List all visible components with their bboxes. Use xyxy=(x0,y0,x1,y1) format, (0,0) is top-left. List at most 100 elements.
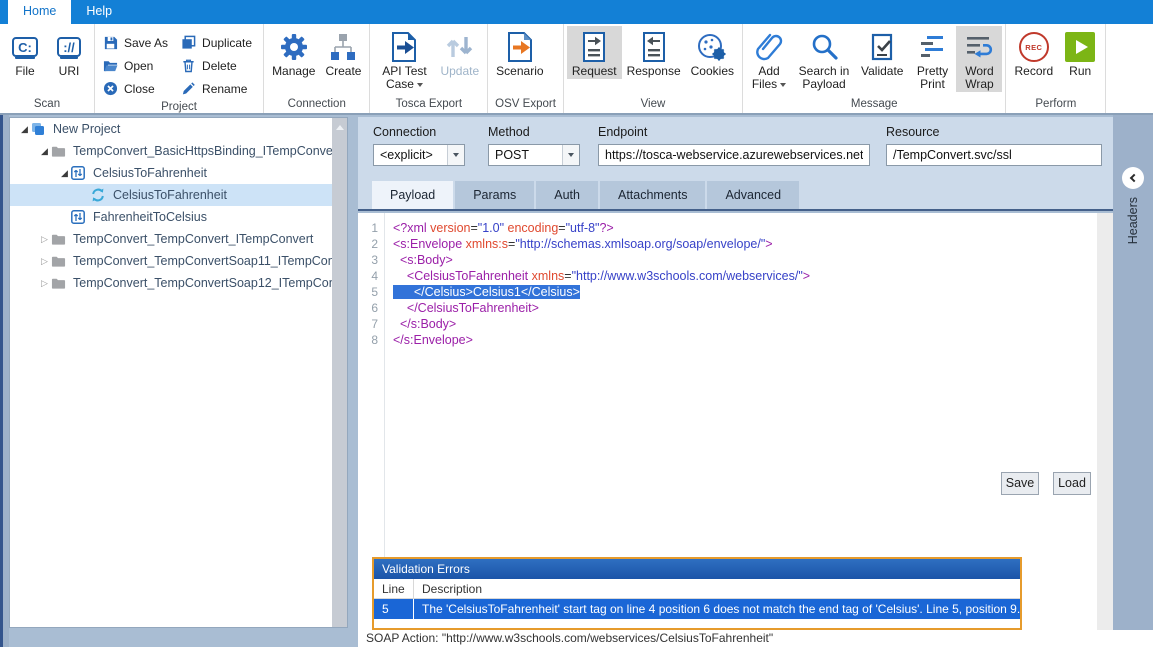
ribbon-group-view: Request Response Cookies View xyxy=(564,24,743,113)
record-button[interactable]: REC Record xyxy=(1009,26,1058,79)
view-request-button[interactable]: Request xyxy=(567,26,622,79)
tab-params[interactable]: Params xyxy=(455,181,534,209)
tree-item-label: TempConvert_BasicHttpsBinding_ITempConve… xyxy=(73,144,341,158)
validation-error-row[interactable]: 5The 'CelsiusToFahrenheit' start tag on … xyxy=(374,599,1020,619)
tree-item-label: TempConvert_TempConvertSoap12_ITempConve… xyxy=(73,276,348,290)
tab-home[interactable]: Home xyxy=(8,0,71,24)
code-line-5[interactable]: </Celsius>Celsius1</Celsius> xyxy=(393,284,1097,300)
request-toolbar: Connection <explicit> Method POST Endpoi… xyxy=(358,117,1113,175)
delete-button[interactable]: Delete xyxy=(176,54,260,77)
uri-button[interactable]: :// URI xyxy=(47,26,91,79)
scroll-up-arrow-icon[interactable] xyxy=(336,125,344,130)
endpoint-label: Endpoint xyxy=(598,125,870,139)
tree-item-tempconvert_tempconvertsoap11_itempconvert[interactable]: ▷TempConvert_TempConvertSoap11_ITempConv… xyxy=(10,250,347,272)
tree-item-tempconvert_tempconvertsoap12_itempconvert[interactable]: ▷ TempConvert_TempConvertSoap12_ITempConv… xyxy=(10,272,347,294)
api-scan-window: Home Help C: File :// URI Scan xyxy=(0,0,1153,647)
tree-item-label: CelsiusToFahrenheit xyxy=(113,188,227,202)
code-line-6[interactable]: </CelsiusToFahrenheit> xyxy=(393,300,1097,316)
tab-advanced[interactable]: Advanced xyxy=(707,181,799,209)
connection-dropdown[interactable]: <explicit> xyxy=(373,144,465,166)
method-dropdown[interactable]: POST xyxy=(488,144,580,166)
endpoint-input[interactable] xyxy=(598,144,870,166)
open-button[interactable]: Open xyxy=(98,54,176,77)
search-icon xyxy=(809,29,839,65)
column-description: Description xyxy=(414,582,482,596)
group-label-scan: Scan xyxy=(3,97,91,113)
view-cookies-button[interactable]: Cookies xyxy=(686,26,739,79)
pretty-print-button[interactable]: Pretty Print xyxy=(908,26,956,92)
close-button[interactable]: Close xyxy=(98,77,176,100)
tree-item-new project[interactable]: ◢New Project xyxy=(10,118,347,140)
code-line-2[interactable]: <s:Envelope xmlns:s="http://schemas.xmls… xyxy=(393,236,1097,252)
tree-expander-icon[interactable]: ▷ xyxy=(38,234,51,245)
window-left-edge xyxy=(0,115,9,647)
tree-item-label: TempConvert_TempConvert_ITempConvert xyxy=(73,232,313,246)
group-label-osv-export: OSV Export xyxy=(491,97,560,113)
tab-auth[interactable]: Auth xyxy=(536,181,598,209)
manage-connection-button[interactable]: Manage xyxy=(267,26,320,79)
rename-button[interactable]: Rename xyxy=(176,77,260,100)
tree-expander-icon[interactable]: ▷ xyxy=(38,256,51,267)
view-response-button[interactable]: Response xyxy=(622,26,686,79)
error-description: The 'CelsiusToFahrenheit' start tag on l… xyxy=(414,602,1020,616)
tab-help[interactable]: Help xyxy=(71,0,127,24)
resource-input[interactable] xyxy=(886,144,1102,166)
tree-expander-icon[interactable]: ▷ xyxy=(38,278,51,289)
load-payload-button[interactable]: Load xyxy=(1053,472,1091,495)
project-tree: ◢New Project◢TempConvert_BasicHttpsBindi… xyxy=(9,117,348,628)
run-button[interactable]: Run xyxy=(1058,26,1102,79)
service-icon xyxy=(71,210,87,224)
headers-panel-label: Headers xyxy=(1126,197,1140,244)
api-test-case-button[interactable]: API Test Case xyxy=(373,26,435,92)
duplicate-button[interactable]: Duplicate xyxy=(176,31,260,54)
code-line-8[interactable]: </s:Envelope> xyxy=(393,332,1097,348)
refresh-icon xyxy=(91,188,107,202)
tree-item-tempconvert_basichttpsbinding_itempconvert[interactable]: ◢ TempConvert_BasicHttpsBinding_ITempConv… xyxy=(10,140,347,162)
add-files-button[interactable]: Add Files xyxy=(746,26,792,92)
request-doc-icon xyxy=(581,29,607,65)
group-label-perform: Perform xyxy=(1009,97,1102,113)
word-wrap-button[interactable]: Word Wrap xyxy=(956,26,1002,92)
tree-expander-icon[interactable]: ◢ xyxy=(18,124,31,135)
editor-scrollbar[interactable] xyxy=(1097,213,1113,630)
connection-label: Connection xyxy=(373,125,465,139)
ribbon: C: File :// URI Scan Save As xyxy=(0,24,1153,115)
duplicate-icon xyxy=(181,35,196,50)
create-connection-button[interactable]: Create xyxy=(320,26,366,79)
status-bar: SOAP Action: "http://www.w3schools.com/w… xyxy=(358,630,1153,647)
error-line-number: 5 xyxy=(374,599,414,619)
code-line-4[interactable]: <CelsiusToFahrenheit xmlns="http://www.w… xyxy=(393,268,1097,284)
tab-payload[interactable]: Payload xyxy=(372,181,453,209)
request-panel: Connection <explicit> Method POST Endpoi… xyxy=(358,115,1153,647)
export-test-case-icon xyxy=(389,29,419,65)
tree-item-tempconvert_tempconvert_itempconvert[interactable]: ▷ TempConvert_TempConvert_ITempConvert xyxy=(10,228,347,250)
save-as-button[interactable]: Save As xyxy=(98,31,176,54)
tree-expander-icon[interactable]: ◢ xyxy=(38,146,51,157)
tab-attachments[interactable]: Attachments xyxy=(600,181,705,209)
scenario-button[interactable]: Scenario xyxy=(491,26,548,79)
update-button[interactable]: Update xyxy=(435,26,484,79)
file-button[interactable]: C: File xyxy=(3,26,47,79)
validate-button[interactable]: Validate xyxy=(856,26,908,79)
code-line-3[interactable]: <s:Body> xyxy=(393,252,1097,268)
tree-scrollbar[interactable] xyxy=(332,118,347,627)
cookie-icon xyxy=(696,29,728,65)
tree-item-fahrenheittocelsius[interactable]: FahrenheitToCelsius xyxy=(10,206,347,228)
update-icon xyxy=(445,29,475,65)
folder-icon xyxy=(51,276,67,290)
gear-icon xyxy=(278,29,310,65)
save-payload-button[interactable]: Save xyxy=(1001,472,1039,495)
tree-item-celsiustofahrenheit[interactable]: CelsiusToFahrenheit xyxy=(10,184,347,206)
trash-icon xyxy=(181,58,196,73)
payload-tabs: PayloadParamsAuthAttachmentsAdvanced xyxy=(358,175,1113,211)
tree-item-celsiustofahrenheit[interactable]: ◢CelsiusToFahrenheit xyxy=(10,162,347,184)
ribbon-group-scan: C: File :// URI Scan xyxy=(0,24,95,113)
word-wrap-icon xyxy=(964,29,994,65)
file-scan-icon: C: xyxy=(12,29,38,65)
search-in-payload-button[interactable]: Search in Payload xyxy=(792,26,856,92)
pencil-icon xyxy=(181,81,196,96)
expand-headers-button[interactable] xyxy=(1122,167,1144,189)
code-line-1[interactable]: <?xml version="1.0" encoding="utf-8"?> xyxy=(393,220,1097,236)
tree-expander-icon[interactable]: ◢ xyxy=(58,168,71,179)
code-line-7[interactable]: </s:Body> xyxy=(393,316,1097,332)
